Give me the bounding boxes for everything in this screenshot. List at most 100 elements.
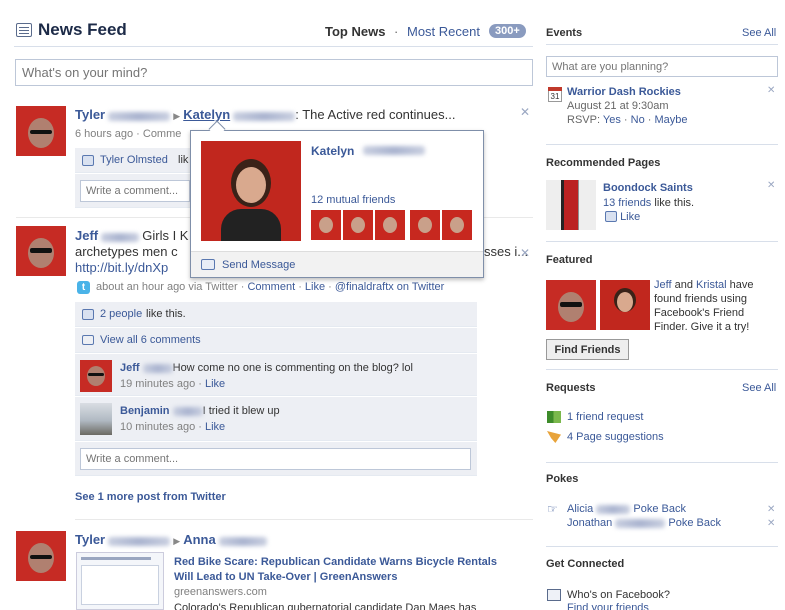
profile-hovercard: Katelyn 12 mutual friends Send Message: [190, 130, 484, 278]
mutual-friend-thumb[interactable]: [410, 210, 440, 240]
link-title-line1[interactable]: Red Bike Scare: Republican Candidate War…: [174, 556, 497, 568]
events-heading: Events: [546, 27, 583, 39]
featured-avatar[interactable]: [600, 280, 650, 330]
close-icon[interactable]: ✕: [520, 105, 530, 119]
poke-icon: ☞: [547, 502, 558, 516]
redacted-name: [615, 518, 666, 528]
like-link[interactable]: Like: [305, 281, 325, 293]
twitter-icon: t: [77, 281, 90, 294]
status-input[interactable]: [15, 59, 533, 86]
close-icon[interactable]: ✕: [767, 85, 775, 96]
page-friends-line: 13 friends like this.: [603, 197, 695, 209]
page-suggestions-link[interactable]: 4 Page suggestions: [567, 431, 664, 443]
comment-item: Jeff How come no one is commenting on th…: [75, 354, 477, 396]
link-thumbnail[interactable]: [76, 552, 164, 610]
comment-avatar[interactable]: [80, 360, 112, 392]
post-target-link[interactable]: Anna: [183, 532, 216, 547]
close-icon[interactable]: ✕: [767, 180, 775, 191]
redacted-name: [108, 111, 171, 121]
close-icon[interactable]: ✕: [767, 518, 775, 529]
featured-avatar[interactable]: [546, 280, 596, 330]
twitter-handle-link[interactable]: @finaldraftx on Twitter: [335, 281, 444, 293]
hovercard-name-link[interactable]: Katelyn: [311, 144, 354, 158]
view-all-comments-link[interactable]: View all 6 comments: [100, 334, 201, 346]
see-more-link[interactable]: See 1 more post from Twitter: [75, 491, 226, 503]
comment-like-link[interactable]: Like: [205, 378, 225, 390]
section-divider: [546, 369, 778, 370]
comment-author-link[interactable]: Jeff: [120, 362, 140, 374]
mutual-friend-thumb[interactable]: [311, 210, 341, 240]
link-domain: greenanswers.com: [174, 586, 267, 598]
post-header: Tyler ▶ Katelyn : The Active red continu…: [75, 107, 455, 122]
poke-name-link[interactable]: Jonathan: [567, 517, 612, 529]
event-planning-input[interactable]: [546, 56, 778, 77]
featured-name-link[interactable]: Jeff: [654, 279, 672, 291]
events-see-all-link[interactable]: See All: [742, 27, 776, 39]
comment-author-link[interactable]: Benjamin: [120, 405, 170, 417]
page-friends-link[interactable]: 13 friends: [603, 197, 651, 209]
post-target-link[interactable]: Katelyn: [183, 107, 230, 122]
featured-name-link[interactable]: Kristal: [696, 279, 727, 291]
mutual-friend-thumb[interactable]: [375, 210, 405, 240]
close-icon[interactable]: ✕: [520, 246, 530, 260]
comment-meta: 19 minutes ago · Like: [120, 378, 225, 390]
post-author-link[interactable]: Tyler: [75, 532, 105, 547]
top-news-tab[interactable]: Top News: [325, 24, 385, 39]
find-friends-button[interactable]: Find Friends: [546, 339, 629, 360]
requests-see-all-link[interactable]: See All: [742, 382, 776, 394]
page-name-link[interactable]: Boondock Saints: [603, 182, 693, 194]
post-author-link[interactable]: Tyler: [75, 107, 105, 122]
event-name-link[interactable]: Warrior Dash Rockies: [567, 86, 681, 98]
poke-back-link[interactable]: Poke Back: [668, 517, 721, 529]
hovercard-footer: Send Message: [191, 251, 483, 277]
post-avatar[interactable]: [16, 106, 66, 156]
comment-line: Benjamin I tried it blew up: [120, 405, 280, 417]
likes-count-link[interactable]: 2 people: [100, 308, 142, 320]
calendar-icon: 31: [548, 87, 562, 102]
comment-area: [75, 442, 477, 476]
poke-name-link[interactable]: Alicia: [567, 503, 593, 515]
post-link[interactable]: http://bit.ly/dnXp: [75, 260, 168, 275]
mutual-friend-thumb[interactable]: [442, 210, 472, 240]
redacted-name: [108, 536, 171, 546]
tab-separator: ·: [394, 24, 399, 39]
comment-meta: 10 minutes ago · Like: [120, 421, 225, 433]
comment-like-link[interactable]: Like: [205, 421, 225, 433]
page-thumbnail[interactable]: [546, 180, 596, 230]
section-divider: [546, 462, 778, 463]
close-icon[interactable]: ✕: [767, 504, 775, 515]
page-like-link[interactable]: Like: [620, 211, 640, 223]
find-your-friends-link[interactable]: Find your friends: [567, 602, 649, 610]
poke-back-link[interactable]: Poke Back: [633, 503, 686, 515]
featured-text: Jeff and Kristal have found friends usin…: [654, 279, 754, 333]
most-recent-count-badge[interactable]: 300+: [489, 24, 526, 38]
most-recent-tab[interactable]: Most Recent: [407, 24, 480, 39]
comment-link[interactable]: Comment: [247, 281, 295, 293]
rsvp-yes-link[interactable]: Yes: [603, 114, 621, 126]
mutual-friends-link[interactable]: 12 mutual friends: [311, 194, 395, 206]
link-title-line2[interactable]: Will Lead to UN Take-Over | GreenAnswers: [174, 571, 397, 583]
comment-input[interactable]: [80, 180, 190, 202]
liker-link[interactable]: Tyler Olmsted: [100, 154, 168, 166]
mutual-friend-thumb[interactable]: [343, 210, 373, 240]
redacted-name: [363, 146, 425, 155]
rsvp-no-link[interactable]: No: [631, 114, 645, 126]
like-thumb-icon: [82, 155, 94, 166]
post-meta: about an hour ago via Twitter · Comment …: [96, 281, 445, 293]
friend-request-link[interactable]: 1 friend request: [567, 411, 643, 423]
post-text: : The Active red continues...: [295, 107, 456, 122]
comment-text: How come no one is commenting on the blo…: [172, 362, 413, 374]
post-time: 6 hours ago · Comme: [75, 128, 182, 140]
hovercard-photo[interactable]: [201, 141, 301, 241]
whos-on-facebook-text: Who's on Facebook?: [567, 589, 670, 601]
post-author-link[interactable]: Jeff: [75, 228, 98, 243]
poke-item: Alicia Poke Back: [567, 503, 686, 515]
post-avatar[interactable]: [16, 531, 66, 581]
pokes-heading: Pokes: [546, 473, 579, 485]
comment-input[interactable]: [80, 448, 471, 470]
send-message-link[interactable]: Send Message: [222, 259, 295, 271]
post-avatar[interactable]: [16, 226, 66, 276]
friend-request-icon: [547, 411, 561, 423]
comment-avatar[interactable]: [80, 403, 112, 435]
rsvp-maybe-link[interactable]: Maybe: [654, 114, 687, 126]
